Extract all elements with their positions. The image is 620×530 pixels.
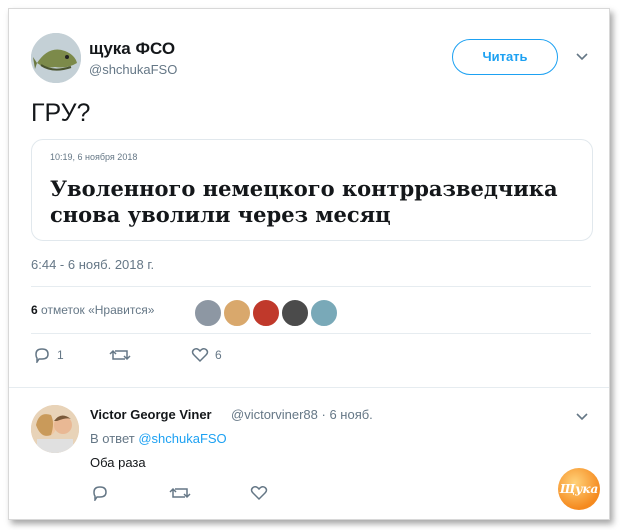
like-action[interactable] <box>250 485 268 501</box>
card-headline[interactable]: Уволенного немецкого контрразведчика сно… <box>50 176 590 228</box>
reply-text: Оба раза <box>90 455 146 470</box>
likes-label: отметок «Нравится» <box>41 303 155 317</box>
retweet-action[interactable] <box>169 485 191 501</box>
reply-action[interactable] <box>91 485 109 501</box>
tweet-frame: щука ФСО @shchukaFSO Читать ГРУ? 10:19, … <box>8 8 610 520</box>
follow-button[interactable]: Читать <box>452 39 558 75</box>
author-avatar[interactable] <box>31 33 81 83</box>
divider <box>9 387 609 388</box>
card-date: 10:19, 6 ноября 2018 <box>50 152 138 162</box>
heart-icon[interactable] <box>250 485 268 501</box>
in-reply-to: В ответ @shchukaFSO <box>90 431 227 446</box>
reply-author-name[interactable]: Victor George Viner <box>90 407 212 422</box>
retweet-icon[interactable] <box>109 347 131 363</box>
link-card[interactable]: 10:19, 6 ноября 2018 Уволенного немецког… <box>31 139 593 241</box>
liker-avatar[interactable] <box>252 299 280 327</box>
liker-avatar[interactable] <box>281 299 309 327</box>
like-action[interactable]: 6 <box>191 347 222 363</box>
divider <box>31 333 591 334</box>
reply-author-avatar[interactable] <box>31 405 79 453</box>
reply-author-handle[interactable]: @victorviner88 · 6 нояб. <box>231 407 373 422</box>
like-count: 6 <box>215 348 222 362</box>
tweet-text: ГРУ? <box>31 99 91 127</box>
reply-action[interactable]: 1 <box>33 347 64 363</box>
chevron-down-icon[interactable] <box>575 409 589 425</box>
liker-avatar[interactable] <box>310 299 338 327</box>
reply-icon[interactable] <box>33 347 51 363</box>
chevron-down-icon[interactable] <box>575 49 589 65</box>
tweet-timestamp[interactable]: 6:44 - 6 нояб. 2018 г. <box>31 257 154 272</box>
reply-icon[interactable] <box>91 485 109 501</box>
in-reply-handle[interactable]: @shchukaFSO <box>138 431 226 446</box>
author-handle[interactable]: @shchukaFSO <box>89 62 177 77</box>
retweet-action[interactable] <box>109 347 131 363</box>
author-name[interactable]: щука ФСО <box>89 39 175 59</box>
retweet-icon[interactable] <box>169 485 191 501</box>
likes-summary[interactable]: 6 отметок «Нравится» <box>31 303 154 317</box>
watermark-logo: Щука <box>558 468 600 510</box>
divider <box>31 286 591 287</box>
reply-count: 1 <box>57 348 64 362</box>
heart-icon[interactable] <box>191 347 209 363</box>
likes-count: 6 <box>31 303 38 317</box>
liker-avatar[interactable] <box>223 299 251 327</box>
in-reply-prefix: В ответ <box>90 431 135 446</box>
liker-avatar[interactable] <box>194 299 222 327</box>
